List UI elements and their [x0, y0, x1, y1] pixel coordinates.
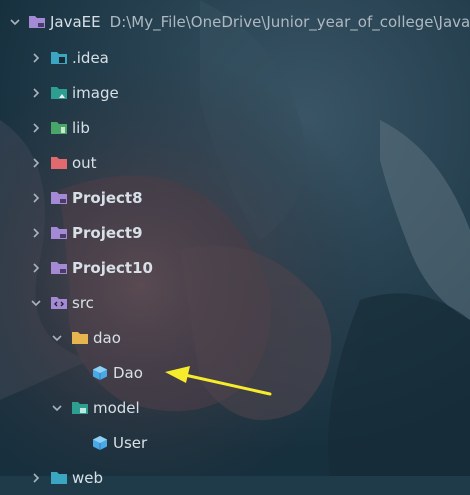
- annotation-arrow: [165, 366, 272, 396]
